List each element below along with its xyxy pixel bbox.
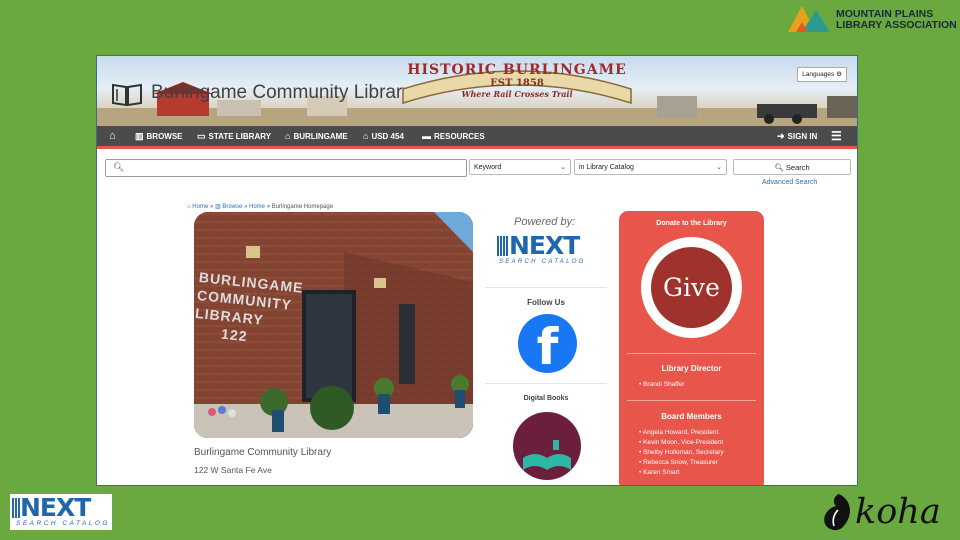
divider <box>627 353 756 354</box>
nav-resources[interactable]: ▬ RESOURCES <box>422 126 485 146</box>
nav-state-library[interactable]: ▭ STATE LIBRARY <box>197 126 271 146</box>
monitor-icon: ▭ <box>197 131 206 141</box>
koha-logo: koha <box>822 488 952 534</box>
arch-motto: Where Rail Crosses Trail <box>461 89 573 99</box>
divider <box>485 287 607 288</box>
library-director-heading: Library Director <box>661 364 722 373</box>
search-input[interactable]: 🔍︎ <box>105 159 467 177</box>
search-icon: 🔍︎ <box>774 163 786 172</box>
nav-browse-label: BROWSE <box>146 132 183 141</box>
give-button[interactable]: Give <box>641 237 742 338</box>
powered-by-label: Powered by: <box>514 216 576 228</box>
arch-text: HISTORIC BURLINGAME EST 1858 Where Rail … <box>397 62 637 99</box>
mountain-icon <box>788 6 830 32</box>
breadcrumb: ⌂ Home » ▥ Browse » Home » Burlingame Ho… <box>187 204 334 210</box>
search-button-label: Search <box>785 163 810 172</box>
divider <box>485 383 607 384</box>
follow-us-heading: Follow Us <box>527 298 565 307</box>
next-bars-icon <box>497 236 508 256</box>
donate-heading: Donate to the Library <box>656 220 727 227</box>
mpla-logo: MOUNTAIN PLAINS LIBRARY ASSOCIATION <box>786 2 957 36</box>
library-building-photo: BURLINGAME COMMUNITY LIBRARY 122 <box>194 212 473 438</box>
give-label: Give <box>651 247 732 328</box>
mpla-line2: LIBRARY ASSOCIATION <box>836 19 957 31</box>
breadcrumb-browse[interactable]: ▥ Browse <box>215 204 242 210</box>
arch-established: EST 1858 <box>490 78 544 89</box>
donate-panel: Donate to the Library Give Library Direc… <box>619 211 764 485</box>
nav-browse[interactable]: ▥ BROWSE <box>135 126 183 146</box>
search-icon: 🔍︎ <box>113 162 125 172</box>
next-badge-word: NEXT <box>20 493 91 522</box>
folder-icon: ▬ <box>422 131 431 141</box>
board-member: Angela Howard, President <box>639 429 719 436</box>
koha-wordmark: koha <box>855 492 941 532</box>
next-badge-logo: NEXT SEARCH CATALOG <box>10 494 112 530</box>
search-scope-value: in Library Catalog <box>579 164 634 171</box>
breadcrumb-home[interactable]: ⌂ Home <box>187 204 208 210</box>
library-address: 122 W Santa Fe Ave <box>194 465 272 475</box>
chevron-down-icon: ⌄ <box>560 164 566 171</box>
breadcrumb-current: Burlingame Homepage <box>271 204 334 210</box>
sign-in-link[interactable]: ➜ SIGN IN <box>777 126 817 146</box>
board-members-heading: Board Members <box>661 412 722 421</box>
board-member: Rebecca Snow, Treasurer <box>639 459 718 466</box>
search-scope-select[interactable]: in Library Catalog ⌄ <box>574 159 727 175</box>
building-sign: BURLINGAME COMMUNITY LIBRARY 122 <box>194 268 304 351</box>
next-search-catalog-logo[interactable]: NEXT SEARCH CATALOG <box>497 233 601 269</box>
board-member: Shelby Holloman, Secretary <box>639 449 724 456</box>
library-name: Burlingame Community Library <box>194 447 332 458</box>
book-logo-icon <box>112 83 142 107</box>
menu-hamburger-icon[interactable]: ☰ <box>831 126 842 146</box>
next-logo-sub: SEARCH CATALOG <box>499 259 586 265</box>
languages-button[interactable]: Languages ⚙ <box>797 67 847 82</box>
nav-burlingame-label: BURLINGAME <box>293 132 348 141</box>
next-badge-sub: SEARCH CATALOG <box>16 520 110 527</box>
catalog-screenshot: Burlingame Community Library HISTORIC BU… <box>96 55 858 486</box>
next-logo-word: NEXT <box>509 231 580 260</box>
director-name: Brandi Shaffer <box>639 381 684 388</box>
arch-title: HISTORIC BURLINGAME <box>407 62 627 78</box>
facebook-icon[interactable]: f <box>518 314 577 376</box>
home-nav-icon[interactable]: ⌂ <box>109 126 119 146</box>
sign-in-icon: ➜ <box>777 131 785 141</box>
main-navbar: ⌂ ▥ BROWSE ▭ STATE LIBRARY ⌂ BURLINGAME ⌂ US… <box>97 126 857 149</box>
board-member: Karen Smart <box>639 469 680 476</box>
nav-resources-label: RESOURCES <box>434 132 485 141</box>
nav-burlingame[interactable]: ⌂ BURLINGAME <box>285 126 348 146</box>
nav-state-library-label: STATE LIBRARY <box>208 132 272 141</box>
digital-books-heading: Digital Books <box>523 395 569 402</box>
facebook-letter: f <box>536 318 559 376</box>
nav-usd[interactable]: ⌂ USD 454 <box>363 126 404 146</box>
search-button[interactable]: 🔍︎ Search <box>733 159 851 175</box>
nav-usd-label: USD 454 <box>371 132 404 141</box>
digital-books-icon[interactable] <box>513 412 581 480</box>
header-banner: Burlingame Community Library HISTORIC BU… <box>97 56 857 126</box>
board-member: Kevin Moon, Vice-President <box>639 439 723 446</box>
institution-icon: ⌂ <box>285 131 291 141</box>
open-book-icon <box>523 440 571 470</box>
breadcrumb-home-2[interactable]: Home <box>249 204 265 210</box>
chevron-down-icon: ⌄ <box>716 164 722 171</box>
search-field-select[interactable]: Keyword ⌄ <box>469 159 571 175</box>
advanced-search-link[interactable]: Advanced Search <box>762 179 817 186</box>
sign-in-label: SIGN IN <box>787 132 818 141</box>
divider <box>627 400 756 401</box>
koha-leaf-icon <box>824 494 850 531</box>
search-field-value: Keyword <box>474 164 502 171</box>
book-icon: ▥ <box>135 131 144 141</box>
school-icon: ⌂ <box>363 131 369 141</box>
site-title[interactable]: Burlingame Community Library <box>151 82 412 104</box>
